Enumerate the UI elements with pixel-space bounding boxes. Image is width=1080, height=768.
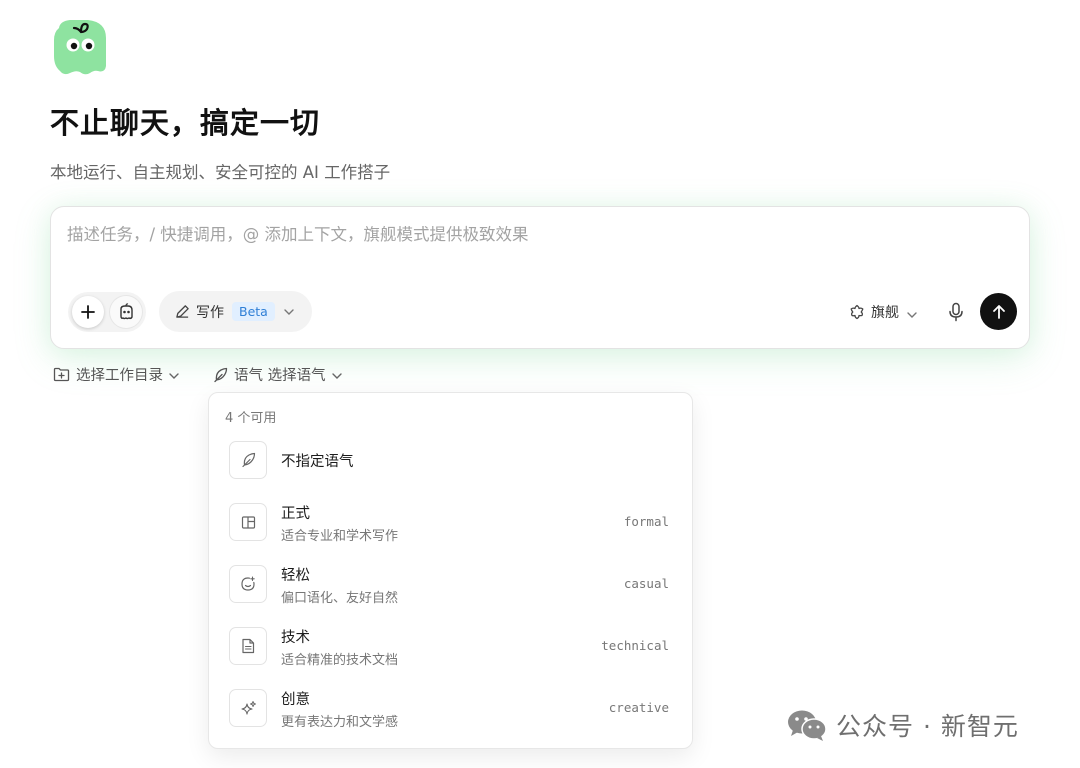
- tone-option-title: 不指定语气: [281, 454, 354, 470]
- tone-option-none[interactable]: 不指定语气: [229, 439, 669, 483]
- writing-mode-selector[interactable]: 写作 Beta: [159, 291, 312, 332]
- microphone-icon: [949, 302, 963, 322]
- beta-badge: Beta: [232, 302, 275, 321]
- tone-option-description: 适合精准的技术文档: [281, 653, 399, 668]
- folder-plus-icon: [53, 367, 70, 382]
- arrow-up-icon: [992, 304, 1005, 319]
- chevron-down-icon: [331, 367, 342, 383]
- tone-option-title: 创意: [281, 692, 310, 708]
- watermark-text: 公众号 · 新智元: [836, 712, 1019, 741]
- workdir-label: 选择工作目录: [76, 368, 163, 384]
- flower-icon: [850, 304, 864, 320]
- voice-input-button[interactable]: [944, 300, 968, 324]
- ghost-mascot-logo: [50, 16, 110, 76]
- tone-option-technical[interactable]: 技术 适合精准的技术文档 technical: [229, 625, 669, 669]
- watermark: 公众号 · 新智元: [786, 706, 1019, 744]
- tone-dropdown-menu: 4 个可用 不指定语气 正式 适合专业和学术写作 formal 轻松 偏口语化、…: [208, 392, 693, 749]
- feather-icon: [229, 441, 267, 479]
- chevron-down-icon: [284, 308, 294, 315]
- tone-option-title: 轻松: [281, 568, 310, 584]
- layout-icon: [229, 503, 267, 541]
- send-button[interactable]: [980, 293, 1017, 330]
- page-title: 不止聊天，搞定一切: [50, 106, 321, 140]
- workdir-selector[interactable]: 选择工作目录: [53, 364, 179, 385]
- page-subtitle: 本地运行、自主规划、安全可控的 AI 工作搭子: [50, 163, 391, 182]
- tone-option-key: casual: [623, 576, 669, 591]
- tone-option-title: 技术: [281, 630, 310, 646]
- sparkles-icon: [229, 689, 267, 727]
- tone-option-description: 更有表达力和文学感: [281, 715, 399, 730]
- mascot-icon: [120, 303, 133, 320]
- task-input[interactable]: [67, 225, 1007, 244]
- chevron-down-icon: [169, 367, 179, 383]
- tone-option-casual[interactable]: 轻松 偏口语化、友好自然 casual: [229, 563, 669, 607]
- tone-option-key: formal: [623, 514, 669, 529]
- task-composer: 写作 Beta 旗舰: [50, 206, 1030, 349]
- model-selector[interactable]: 旗舰: [849, 301, 917, 323]
- wechat-icon: [788, 710, 827, 741]
- quick-actions-group: [68, 292, 146, 332]
- tone-option-title: 正式: [281, 506, 310, 522]
- tone-option-formal[interactable]: 正式 适合专业和学术写作 formal: [229, 501, 669, 545]
- document-icon: [229, 627, 267, 665]
- model-label: 旗舰: [871, 305, 899, 321]
- mascot-button[interactable]: [110, 296, 142, 328]
- tone-option-description: 偏口语化、友好自然: [281, 591, 399, 606]
- add-button[interactable]: [72, 296, 104, 328]
- plus-icon: [81, 305, 95, 319]
- feather-icon: [214, 367, 228, 382]
- tone-option-description: 适合专业和学术写作: [281, 529, 399, 544]
- tone-option-key: creative: [608, 700, 669, 715]
- tone-selector[interactable]: 语气 选择语气: [213, 364, 342, 385]
- smile-sparkle-icon: [229, 565, 267, 603]
- tone-option-key: technical: [601, 638, 669, 653]
- tone-option-creative[interactable]: 创意 更有表达力和文学感 creative: [229, 687, 669, 731]
- writing-mode-label: 写作: [196, 304, 224, 321]
- tone-label: 语气 选择语气: [234, 368, 326, 384]
- pen-icon: [176, 305, 189, 318]
- available-count: 4 个可用: [225, 411, 277, 426]
- app-page: 不止聊天，搞定一切 本地运行、自主规划、安全可控的 AI 工作搭子 描述任务，/…: [0, 0, 1080, 768]
- chevron-down-icon: [907, 303, 917, 322]
